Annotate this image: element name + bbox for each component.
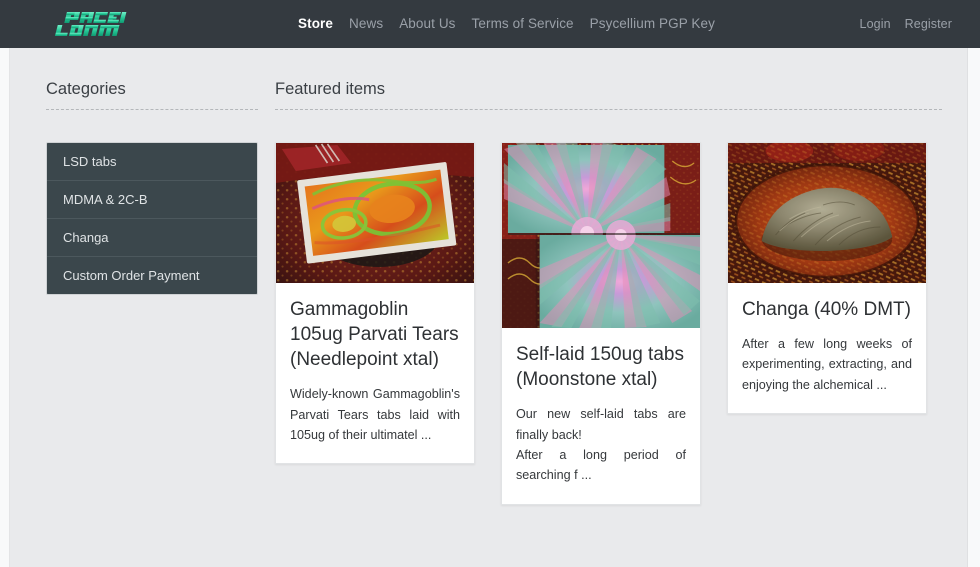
product-description: Widely-known Gammagoblin's Parvati Tears… <box>290 384 460 445</box>
login-link[interactable]: Login <box>860 0 891 48</box>
featured-divider <box>275 109 942 110</box>
brand-logo[interactable] <box>52 8 142 40</box>
product-card[interactable]: Changa (40% DMT) After a few long weeks … <box>727 142 927 414</box>
herbal-blend-on-red-plate-photo <box>728 143 926 283</box>
featured-section: Featured items <box>275 80 942 505</box>
nav-item-store[interactable]: Store <box>298 0 333 48</box>
product-card-body: Gammagoblin 105ug Parvati Tears (Needlep… <box>276 283 474 463</box>
nav-item-terms-of-service[interactable]: Terms of Service <box>472 0 574 48</box>
account-navigation: Login Register <box>860 0 952 48</box>
page-root: Store News About Us Terms of Service Psy… <box>0 0 980 567</box>
categories-divider <box>46 109 258 110</box>
brand-logo-glyph <box>52 8 142 40</box>
product-card-body: Changa (40% DMT) After a few long weeks … <box>728 283 926 413</box>
content-container: Categories LSD tabs MDMA & 2C-B Changa C… <box>9 48 968 567</box>
product-title: Changa (40% DMT) <box>742 297 912 322</box>
product-title: Self-laid 150ug tabs (Moonstone xtal) <box>516 342 686 392</box>
sidebar-item-lsd-tabs[interactable]: LSD tabs <box>47 143 257 181</box>
main-navigation: Store News About Us Terms of Service Psy… <box>298 0 715 48</box>
categories-title: Categories <box>46 80 258 109</box>
blotter-sheet-on-patterned-cloth-photo <box>276 143 474 283</box>
sidebar-item-custom-order-payment[interactable]: Custom Order Payment <box>47 257 257 294</box>
product-description: After a few long weeks of experimenting,… <box>742 334 912 395</box>
featured-title: Featured items <box>275 80 942 109</box>
product-card[interactable]: Gammagoblin 105ug Parvati Tears (Needlep… <box>275 142 475 464</box>
category-list: LSD tabs MDMA & 2C-B Changa Custom Order… <box>46 142 258 295</box>
featured-card-grid: Gammagoblin 105ug Parvati Tears (Needlep… <box>275 142 942 505</box>
nav-item-psycellium-pgp-key[interactable]: Psycellium PGP Key <box>590 0 715 48</box>
product-card-body: Self-laid 150ug tabs (Moonstone xtal) Ou… <box>502 328 700 504</box>
radial-starburst-blotter-art-photo <box>502 143 700 328</box>
product-card[interactable]: Self-laid 150ug tabs (Moonstone xtal) Ou… <box>501 142 701 505</box>
product-title: Gammagoblin 105ug Parvati Tears (Needlep… <box>290 297 460 372</box>
top-navbar: Store News About Us Terms of Service Psy… <box>0 0 980 48</box>
nav-item-news[interactable]: News <box>349 0 383 48</box>
nav-item-about-us[interactable]: About Us <box>399 0 455 48</box>
sidebar-item-changa[interactable]: Changa <box>47 219 257 257</box>
product-description: Our new self-laid tabs are finally back!… <box>516 404 686 486</box>
register-link[interactable]: Register <box>905 0 952 48</box>
sidebar-item-mdma-2cb[interactable]: MDMA & 2C-B <box>47 181 257 219</box>
sidebar: Categories LSD tabs MDMA & 2C-B Changa C… <box>46 80 258 295</box>
